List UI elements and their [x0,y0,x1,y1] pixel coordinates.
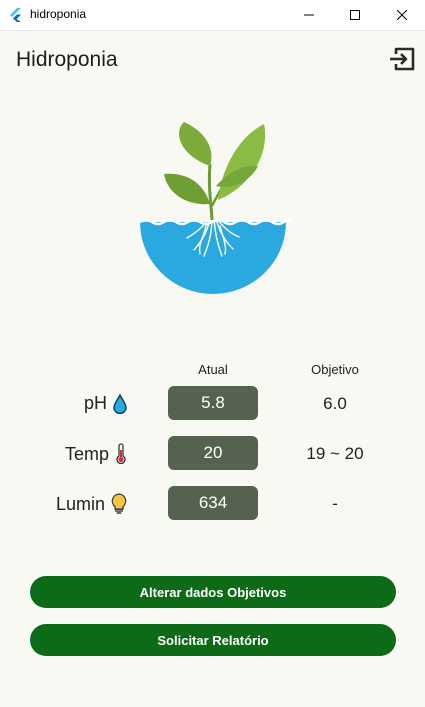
flutter-app-icon [10,8,21,22]
ph-label: pH [83,393,107,413]
window-titlebar: hidroponia [0,0,425,31]
row-label-ph: pH [84,393,127,414]
app-bar: Hidroponia [0,30,425,88]
lumin-target-value: - [332,494,338,513]
ph-target-value: 6.0 [323,394,347,413]
window-title: hidroponia [30,7,87,21]
minimize-button[interactable] [286,0,332,30]
water-drop-icon [113,393,127,414]
temp-target-value: 19 ~ 20 [306,444,364,463]
temp-label: Temp [64,443,109,464]
request-report-button[interactable]: Solicitar Relatório [30,624,396,656]
maximize-button[interactable] [332,0,378,30]
thermometer-icon [116,443,126,465]
change-targets-button[interactable]: Alterar dados Objetivos [30,576,396,608]
row-label-temp: Temp [65,443,127,465]
lumin-label: Lumin [55,493,105,514]
hydroponics-logo [139,122,294,294]
lightbulb-icon [111,493,127,514]
close-icon [397,10,407,20]
column-header-target: Objetivo [311,362,359,377]
logout-icon[interactable] [388,45,416,73]
temp-current-value: 20 [168,436,258,470]
ph-current-value: 5.8 [168,386,258,420]
row-label-lumin: Lumin [56,493,127,515]
minimize-icon [304,14,314,16]
maximize-icon [350,10,360,20]
column-header-current: Atual [198,362,228,377]
page-title: Hidroponia [16,48,118,71]
lumin-current-value: 634 [168,486,258,520]
close-button[interactable] [379,0,425,30]
